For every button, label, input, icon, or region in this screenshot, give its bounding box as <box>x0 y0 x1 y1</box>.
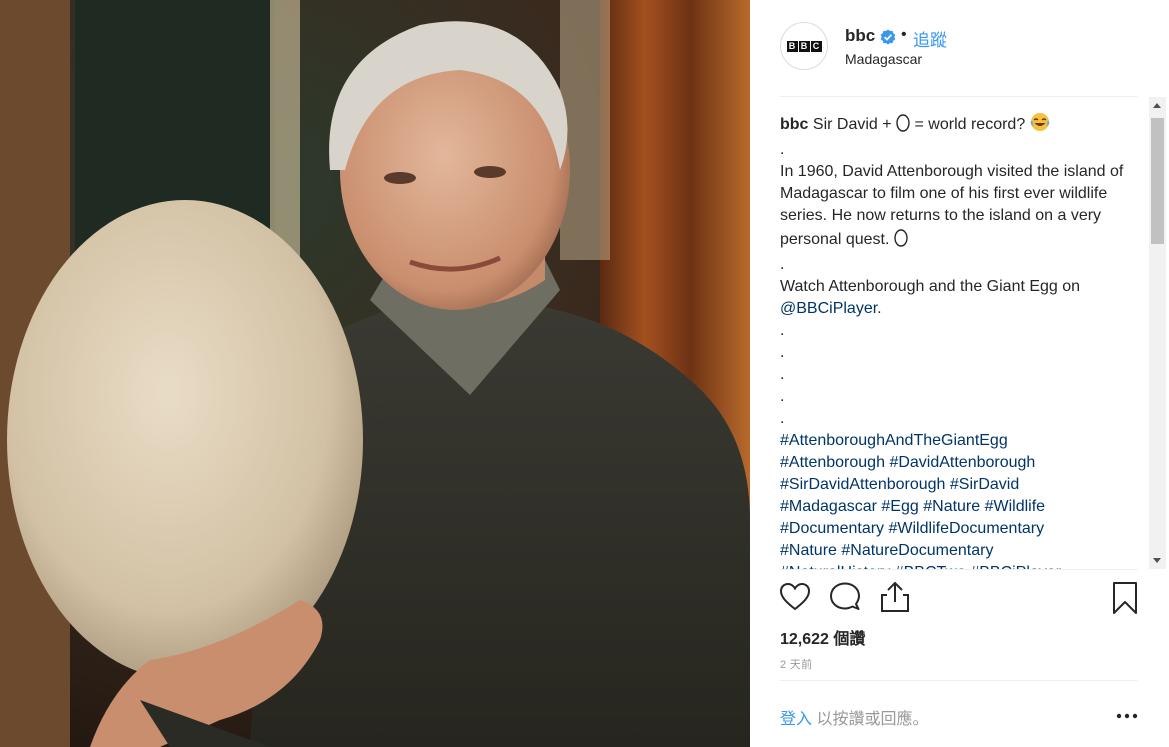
avatar-letter: C <box>810 40 822 52</box>
hashtag-link[interactable]: #Documentary <box>780 520 884 537</box>
bookmark-icon[interactable] <box>1110 580 1140 621</box>
comment-prompt-text: 以按讚或回應。 <box>812 711 929 728</box>
caption-paragraph: Watch Attenborough and the Giant Egg on … <box>780 276 1140 320</box>
caption-dot: . <box>780 141 785 158</box>
avatar[interactable]: B B C <box>780 22 828 70</box>
hashtag-link[interactable]: #AttenboroughAndTheGiantEgg <box>780 432 1008 449</box>
caption-dot: . <box>780 256 785 273</box>
caption-scrollbar[interactable] <box>1149 97 1166 569</box>
separator-dot: • <box>901 26 907 43</box>
hashtag-link[interactable]: #Nature <box>780 542 837 559</box>
hashtag-block: #AttenboroughAndTheGiantEgg #Attenborough… <box>780 430 1140 569</box>
caption-dot: . <box>780 344 785 361</box>
hashtag-link[interactable]: #SirDavidAttenborough <box>780 476 945 493</box>
share-icon[interactable] <box>878 580 912 619</box>
hashtag-line: #SirDavidAttenborough #SirDavid <box>780 474 1140 496</box>
scroll-up-arrow-icon[interactable] <box>1153 103 1161 108</box>
caption-dot: . <box>780 410 785 427</box>
hashtag-link[interactable]: #WildlifeDocumentary <box>889 520 1045 537</box>
caption-text: = world record? <box>910 116 1030 133</box>
avatar-letter: B <box>798 40 810 52</box>
location-link[interactable]: Madagascar <box>845 51 922 67</box>
divider <box>780 569 1138 570</box>
comment-icon[interactable] <box>828 580 862 619</box>
hashtag-link[interactable]: #Madagascar <box>780 498 877 515</box>
username-link[interactable]: bbc <box>845 26 875 46</box>
caption-paragraph: In 1960, David Attenborough visited the … <box>780 161 1140 254</box>
scrollbar-thumb[interactable] <box>1151 118 1164 244</box>
hashtag-link[interactable]: #Egg <box>881 498 918 515</box>
caption-text: Sir David + <box>808 116 897 133</box>
photo-illustration <box>0 0 750 747</box>
action-bar <box>778 580 1140 620</box>
hashtag-line: #Attenborough #DavidAttenborough <box>780 452 1140 474</box>
caption-username[interactable]: bbc <box>780 116 808 133</box>
caption-dot: . <box>780 388 785 405</box>
scroll-down-arrow-icon[interactable] <box>1153 558 1161 563</box>
comment-prompt: 登入 以按讚或回應。 <box>780 705 928 729</box>
post-timestamp[interactable]: 2 天前 <box>780 656 812 672</box>
follow-button[interactable]: 追蹤 <box>913 26 947 51</box>
hashtag-line: #AttenboroughAndTheGiantEgg <box>780 430 1140 452</box>
heart-icon[interactable] <box>778 580 812 619</box>
avatar-letter: B <box>786 40 798 52</box>
caption: bbc Sir David + = world record? . In 196… <box>780 112 1140 569</box>
hashtag-link[interactable]: #Wildlife <box>985 498 1045 515</box>
hashtag-link[interactable]: #Nature <box>923 498 980 515</box>
caption-text: In 1960, David Attenborough visited the … <box>780 163 1124 248</box>
egg-emoji-icon <box>894 227 908 254</box>
laughing-emoji-icon <box>1030 112 1050 139</box>
hashtag-line: #NaturalHistory #BBCTwo #BBCiPlayer <box>780 562 1140 569</box>
caption-dot: . <box>780 322 785 339</box>
hashtag-link[interactable]: #SirDavid <box>950 476 1019 493</box>
hashtag-line: #Madagascar #Egg #Nature #Wildlife <box>780 496 1140 518</box>
caption-first-line: bbc Sir David + = world record? <box>780 112 1140 139</box>
post-side-panel: B B C bbc • 追蹤 Madagascar bbc Sir David … <box>750 0 1169 747</box>
hashtag-link[interactable]: #NatureDocumentary <box>841 542 993 559</box>
hashtag-link[interactable]: #Attenborough <box>780 454 885 471</box>
post-header: B B C bbc • 追蹤 Madagascar <box>780 20 1138 97</box>
like-count[interactable]: 12,622 個讚 <box>780 625 865 649</box>
login-link[interactable]: 登入 <box>780 711 812 728</box>
hashtag-line: #Documentary #WildlifeDocumentary <box>780 518 1140 540</box>
caption-text: Watch Attenborough and the Giant Egg on <box>780 278 1081 295</box>
egg-emoji-icon <box>896 112 910 139</box>
mention-link[interactable]: @BBCiPlayer <box>780 300 877 317</box>
caption-text: . <box>877 300 882 317</box>
hashtag-link[interactable]: #DavidAttenborough <box>889 454 1035 471</box>
verified-badge-icon <box>880 29 896 45</box>
caption-dot: . <box>780 366 785 383</box>
divider <box>780 680 1138 681</box>
hashtag-line: #Nature #NatureDocumentary <box>780 540 1140 562</box>
post-photo[interactable] <box>0 0 750 747</box>
more-dots-icon[interactable] <box>1116 706 1138 731</box>
